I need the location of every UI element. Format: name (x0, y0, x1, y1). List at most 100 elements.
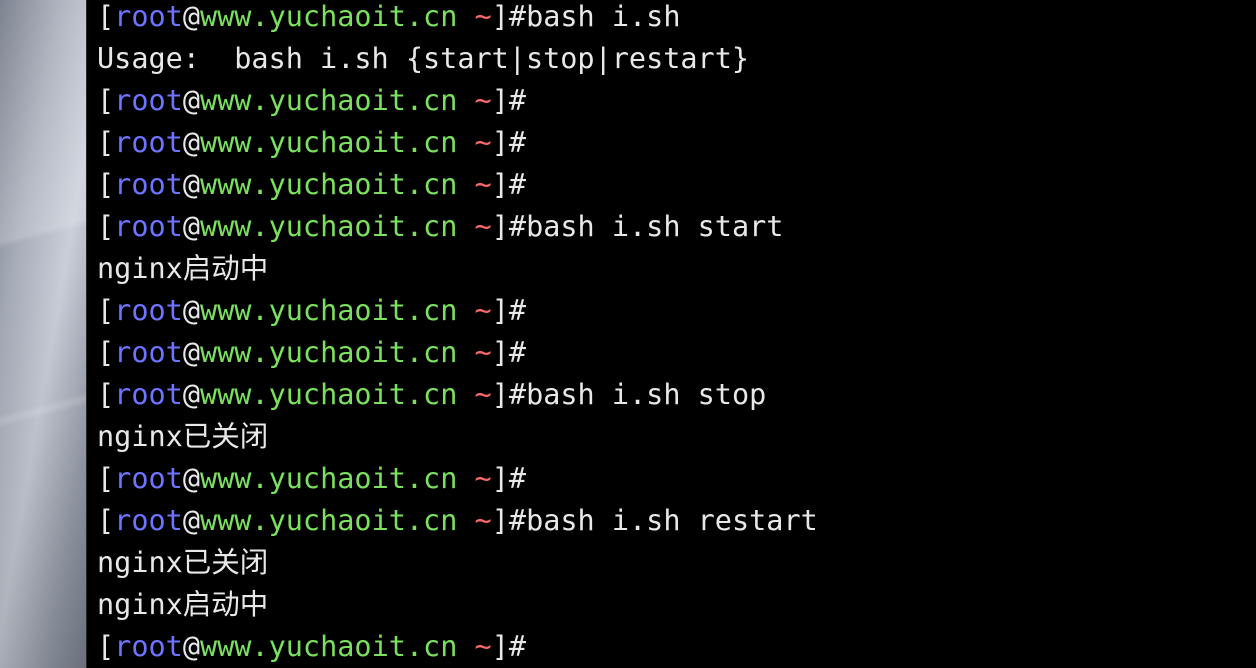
prompt-symbol: # (508, 168, 527, 201)
prompt-symbol: # (508, 294, 527, 327)
output-text: nginx已关闭 (97, 420, 269, 453)
prompt-at: @ (182, 378, 200, 411)
prompt-symbol: # (508, 336, 527, 369)
prompt-open-bracket: [ (97, 462, 115, 495)
prompt-symbol: # (508, 126, 527, 159)
prompt-line: [root@www.yuchaoit.cn ~]#bash i.sh stop (97, 374, 1256, 416)
screen: [root@www.yuchaoit.cn ~]#bash i.sh Usage:… (0, 0, 1256, 668)
prompt-at: @ (182, 210, 200, 243)
prompt-user: root (114, 630, 183, 663)
prompt-at: @ (182, 336, 200, 369)
prompt-user: root (114, 294, 183, 327)
prompt-line: [root@www.yuchaoit.cn ~]# (97, 80, 1256, 122)
prompt-host: www.yuchaoit.cn (199, 0, 458, 33)
terminal-output[interactable]: [root@www.yuchaoit.cn ~]#bash i.sh Usage:… (97, 0, 1256, 668)
prompt-path: ~ (474, 336, 492, 369)
prompt-path: ~ (474, 630, 492, 663)
prompt-line: [root@www.yuchaoit.cn ~]# (97, 458, 1256, 500)
prompt-close-bracket: ] (491, 630, 509, 663)
command-text: bash i.sh start (526, 210, 784, 243)
prompt-open-bracket: [ (97, 210, 115, 243)
prompt-line: [root@www.yuchaoit.cn ~]# (97, 332, 1256, 374)
prompt-line: [root@www.yuchaoit.cn ~]# (97, 626, 1256, 668)
prompt-host: www.yuchaoit.cn (199, 210, 458, 243)
prompt-user: root (114, 84, 183, 117)
prompt-close-bracket: ] (491, 168, 509, 201)
terminal-window[interactable]: [root@www.yuchaoit.cn ~]#bash i.sh Usage:… (86, 0, 1256, 668)
prompt-open-bracket: [ (97, 336, 115, 369)
output-text: Usage: bash i.sh {start|stop|restart} (97, 42, 750, 75)
output-line: nginx启动中 (97, 584, 1256, 626)
prompt-host: www.yuchaoit.cn (199, 462, 458, 495)
prompt-host: www.yuchaoit.cn (199, 630, 458, 663)
output-text: nginx已关闭 (97, 546, 269, 579)
prompt-line: [root@www.yuchaoit.cn ~]# (97, 164, 1256, 206)
prompt-at: @ (182, 168, 200, 201)
prompt-open-bracket: [ (97, 168, 115, 201)
prompt-path: ~ (474, 126, 492, 159)
prompt-close-bracket: ] (491, 378, 509, 411)
prompt-path: ~ (474, 378, 492, 411)
prompt-symbol: # (508, 84, 527, 117)
prompt-path: ~ (474, 504, 492, 537)
prompt-line: [root@www.yuchaoit.cn ~]#bash i.sh (97, 0, 1256, 38)
prompt-close-bracket: ] (491, 336, 509, 369)
command-text: bash i.sh restart (526, 504, 818, 537)
prompt-symbol: # (508, 462, 527, 495)
prompt-line: [root@www.yuchaoit.cn ~]# (97, 290, 1256, 332)
prompt-open-bracket: [ (97, 126, 115, 159)
prompt-at: @ (182, 126, 200, 159)
prompt-user: root (114, 168, 183, 201)
prompt-at: @ (182, 504, 200, 537)
prompt-path: ~ (474, 210, 492, 243)
output-text: nginx启动中 (97, 588, 269, 621)
prompt-symbol: # (508, 630, 527, 663)
prompt-host: www.yuchaoit.cn (199, 336, 458, 369)
prompt-at: @ (182, 294, 200, 327)
prompt-line: [root@www.yuchaoit.cn ~]#bash i.sh start (97, 206, 1256, 248)
prompt-symbol: # (508, 378, 527, 411)
desktop-background (0, 0, 86, 668)
prompt-host: www.yuchaoit.cn (199, 378, 458, 411)
prompt-line: [root@www.yuchaoit.cn ~]# (97, 122, 1256, 164)
prompt-close-bracket: ] (491, 126, 509, 159)
prompt-close-bracket: ] (491, 504, 509, 537)
prompt-at: @ (182, 630, 200, 663)
prompt-open-bracket: [ (97, 84, 115, 117)
prompt-user: root (114, 336, 183, 369)
prompt-user: root (114, 126, 183, 159)
prompt-user: root (114, 210, 183, 243)
prompt-symbol: # (508, 0, 527, 33)
prompt-at: @ (182, 0, 200, 33)
prompt-open-bracket: [ (97, 378, 115, 411)
prompt-user: root (114, 462, 183, 495)
output-line: nginx启动中 (97, 248, 1256, 290)
prompt-open-bracket: [ (97, 504, 115, 537)
command-text: bash i.sh stop (526, 378, 767, 411)
output-text: nginx启动中 (97, 252, 269, 285)
prompt-host: www.yuchaoit.cn (199, 126, 458, 159)
prompt-path: ~ (474, 0, 492, 33)
prompt-symbol: # (508, 504, 527, 537)
prompt-close-bracket: ] (491, 210, 509, 243)
prompt-host: www.yuchaoit.cn (199, 168, 458, 201)
prompt-open-bracket: [ (97, 630, 115, 663)
prompt-host: www.yuchaoit.cn (199, 504, 458, 537)
prompt-user: root (114, 504, 183, 537)
prompt-at: @ (182, 84, 200, 117)
prompt-close-bracket: ] (491, 84, 509, 117)
prompt-host: www.yuchaoit.cn (199, 84, 458, 117)
prompt-line: [root@www.yuchaoit.cn ~]#bash i.sh resta… (97, 500, 1256, 542)
output-line: nginx已关闭 (97, 416, 1256, 458)
prompt-close-bracket: ] (491, 294, 509, 327)
